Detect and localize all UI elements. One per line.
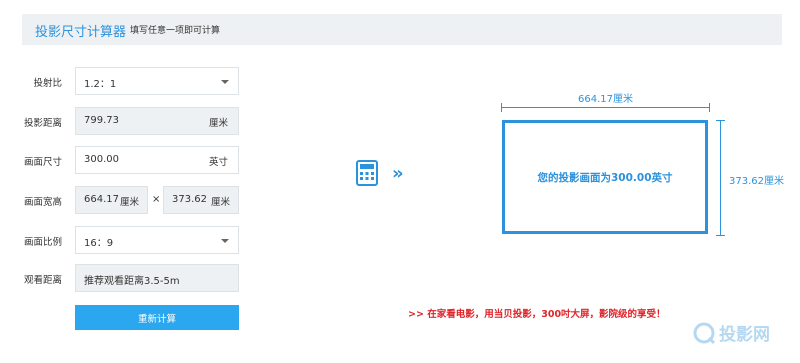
width-field[interactable]: 664.17 厘米 bbox=[75, 186, 148, 214]
page-header: 投影尺寸计算器 填写任意一项即可计算 bbox=[22, 14, 782, 45]
watermark: 投影网 bbox=[692, 320, 770, 345]
chevron-down-icon bbox=[221, 239, 229, 243]
width-dimension-label: 664.17厘米 bbox=[578, 94, 633, 105]
viewing-value: 推荐观看距离3.5-5m bbox=[84, 276, 180, 287]
distance-value: 799.73 bbox=[84, 115, 119, 126]
distance-label: 投影距离 bbox=[23, 118, 62, 129]
width-value: 664.17 bbox=[84, 194, 119, 205]
screen-size-field[interactable]: 300.00 英寸 bbox=[75, 146, 239, 174]
height-field[interactable]: 373.62 厘米 bbox=[163, 186, 239, 214]
times-sign: × bbox=[152, 194, 161, 205]
height-dimension-line bbox=[720, 120, 721, 236]
screen-size-value: 300.00 bbox=[84, 154, 119, 165]
width-dimension-line bbox=[501, 107, 710, 108]
width-dimension-tick bbox=[501, 103, 502, 112]
calculator-icon bbox=[356, 160, 378, 190]
width-dimension-tick bbox=[709, 103, 710, 112]
screen-preview-text: 您的投影画面为300.00英寸 bbox=[537, 171, 673, 184]
screen-preview: 您的投影画面为300.00英寸 bbox=[502, 120, 708, 234]
throw-ratio-label: 投射比 bbox=[33, 78, 62, 89]
height-unit: 厘米 bbox=[210, 197, 230, 208]
distance-field[interactable]: 799.73 厘米 bbox=[75, 107, 239, 135]
page-title: 投影尺寸计算器 bbox=[35, 25, 127, 40]
page-subtitle: 填写任意一项即可计算 bbox=[130, 26, 221, 36]
distance-unit: 厘米 bbox=[208, 118, 228, 129]
height-dimension-tick bbox=[716, 120, 725, 121]
aspect-label: 画面比例 bbox=[23, 237, 62, 248]
watermark-text: 投影网 bbox=[719, 325, 770, 345]
double-chevron-right-icon: » bbox=[392, 163, 403, 184]
promo-text: >> 在家看电影，用当贝投影，300吋大屏，影院级的享受！ bbox=[408, 309, 666, 320]
height-value: 373.62 bbox=[172, 194, 207, 205]
aspect-select[interactable]: 16：9 bbox=[75, 226, 239, 254]
dimensions-label: 画面宽高 bbox=[23, 197, 62, 208]
aspect-value: 16：9 bbox=[84, 238, 114, 249]
viewing-label: 观看距离 bbox=[23, 275, 62, 286]
throw-ratio-value: 1.2：1 bbox=[84, 79, 117, 90]
throw-ratio-select[interactable]: 1.2：1 bbox=[75, 67, 239, 95]
width-unit: 厘米 bbox=[119, 197, 139, 208]
chevron-down-icon bbox=[221, 80, 229, 84]
height-dimension-label: 373.62厘米 bbox=[729, 176, 784, 187]
watermark-logo-icon bbox=[693, 322, 716, 344]
recalculate-button[interactable]: 重新计算 bbox=[75, 305, 239, 330]
viewing-field: 推荐观看距离3.5-5m bbox=[75, 264, 239, 292]
screen-size-label: 画面尺寸 bbox=[23, 157, 62, 168]
height-dimension-tick bbox=[716, 235, 725, 236]
screen-size-unit: 英寸 bbox=[208, 157, 228, 168]
